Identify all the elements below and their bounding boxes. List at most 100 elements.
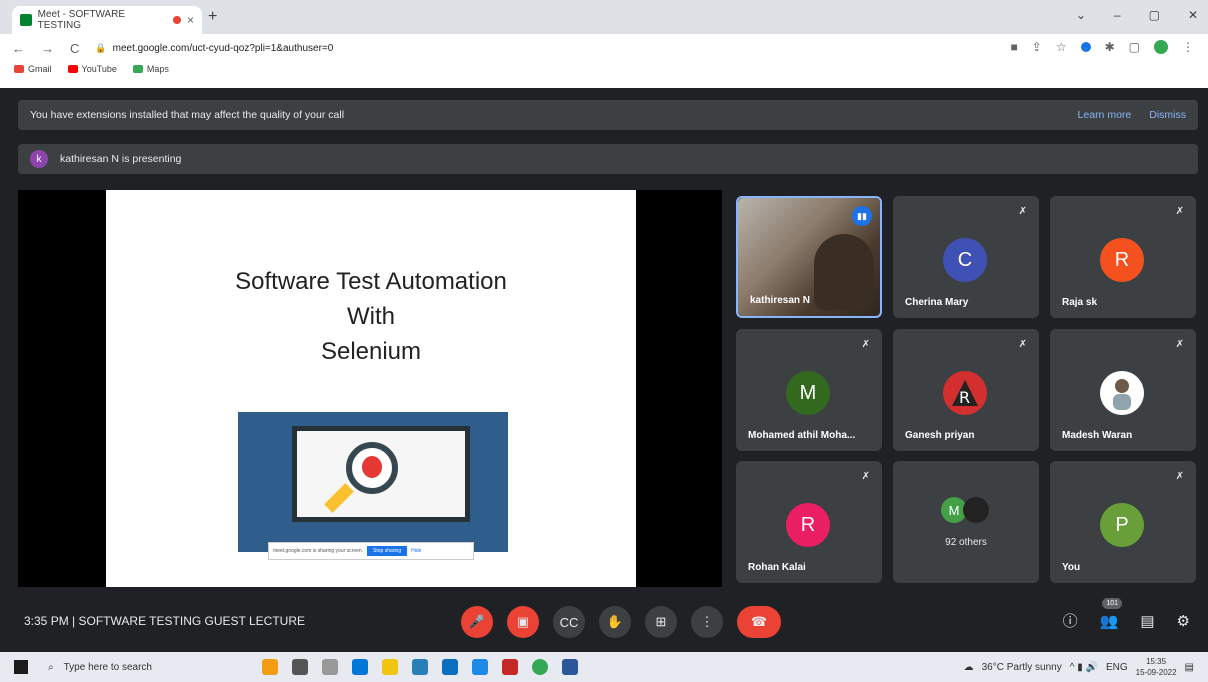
sidepanel-icon[interactable]: ▢	[1129, 40, 1140, 54]
captions-button[interactable]: CC	[553, 606, 585, 638]
camera-icon[interactable]: ■	[1011, 40, 1018, 54]
reload-icon[interactable]: C	[70, 41, 79, 56]
participant-tile[interactable]: ✗ M Mohamed athil Moha...	[736, 329, 882, 451]
participant-avatar: C	[943, 238, 987, 282]
system-tray: ☁ 36°C Partly sunny ^ ▮ 🔊 ENG 15:35 15-0…	[964, 656, 1194, 678]
logo-icon: R	[952, 380, 978, 407]
participant-avatar: M	[786, 371, 830, 415]
meeting-info: 3:35 PM | SOFTWARE TESTING GUEST LECTURE	[24, 614, 305, 628]
hide-button[interactable]: Hide	[411, 548, 421, 554]
forward-icon[interactable]: →	[41, 41, 54, 56]
call-controls: 🎤 ▣ CC ✋ ⊞ ⋮ ☎	[461, 606, 781, 638]
taskbar-apps	[262, 659, 578, 675]
dismiss-button[interactable]: Dismiss	[1149, 109, 1186, 121]
present-button[interactable]: ⊞	[645, 606, 677, 638]
participant-tile[interactable]: ✗ R Rohan Kalai	[736, 461, 882, 583]
participant-avatar-photo	[1100, 371, 1144, 415]
end-call-button[interactable]: ☎	[737, 606, 781, 638]
people-count-badge: 101	[1102, 598, 1122, 609]
info-icon[interactable]: ⓘ	[1063, 610, 1078, 631]
tray-icons[interactable]: ^ ▮ 🔊	[1070, 662, 1098, 673]
participant-tile[interactable]: ✗ R Raja sk	[1050, 196, 1196, 318]
extensions-banner: You have extensions installed that may a…	[18, 100, 1198, 130]
lock-icon: 🔒	[95, 42, 107, 53]
participant-tile[interactable]: ✗ C Cherina Mary	[893, 196, 1039, 318]
maximize-button[interactable]: ▢	[1149, 8, 1160, 22]
edge-icon[interactable]	[352, 659, 368, 675]
camera-off-button[interactable]: ▣	[507, 606, 539, 638]
extension-icon[interactable]	[1080, 42, 1091, 52]
tab-bar: Meet - SOFTWARE TESTING × + ⌄ – ▢ ✕	[0, 0, 1208, 34]
windows-start-icon[interactable]	[14, 660, 28, 674]
activities-icon[interactable]: ⚙	[1177, 612, 1190, 630]
participant-tile[interactable]: ✗ Madesh Waran	[1050, 329, 1196, 451]
task-view-icon[interactable]	[322, 659, 338, 675]
weather-icon: ☁	[963, 661, 974, 673]
gmail-icon	[14, 65, 24, 73]
word-icon[interactable]	[562, 659, 578, 675]
clock[interactable]: 15:35 15-09-2022	[1136, 656, 1177, 678]
file-explorer-icon[interactable]	[382, 659, 398, 675]
bookmarks-bar: Gmail YouTube Maps	[14, 64, 169, 74]
mcafee-icon[interactable]	[502, 659, 518, 675]
maps-icon	[132, 65, 143, 73]
weather-text[interactable]: 36°C Partly sunny	[982, 662, 1062, 673]
meet-favicon-icon	[20, 14, 32, 26]
mail-icon[interactable]	[412, 659, 428, 675]
participant-tile-self[interactable]: ✗ P You	[1050, 461, 1196, 583]
address-bar[interactable]: 🔒 meet.google.com/uct-cyud-qoz?pli=1&aut…	[95, 43, 333, 54]
extensions-icon[interactable]: ✱	[1105, 40, 1115, 54]
back-icon[interactable]: ←	[12, 41, 25, 56]
others-avatar-2	[963, 497, 989, 523]
raise-hand-button[interactable]: ✋	[599, 606, 631, 638]
windows-taskbar: ⌕ Type here to search ☁ 36°C Partly sunn…	[0, 652, 1208, 682]
cortana-icon[interactable]	[292, 659, 308, 675]
participant-avatar: R	[786, 503, 830, 547]
share-icon[interactable]: ⇪	[1032, 40, 1042, 54]
new-tab-button[interactable]: +	[208, 8, 217, 26]
minimize-button[interactable]: –	[1114, 8, 1121, 22]
stop-sharing-button[interactable]: Stop sharing	[367, 546, 408, 556]
app-l-icon[interactable]	[442, 659, 458, 675]
browser-chrome: Meet - SOFTWARE TESTING × + ⌄ – ▢ ✕ ← → …	[0, 0, 1208, 88]
slide-title: Software Test Automation With Selenium	[235, 268, 507, 365]
participant-face	[814, 234, 874, 310]
bookmark-youtube[interactable]: YouTube	[67, 64, 117, 74]
menu-icon[interactable]: ⋮	[1182, 40, 1194, 54]
mic-muted-icon: ✗	[1175, 471, 1184, 482]
star-icon[interactable]: ☆	[1056, 40, 1067, 54]
participant-name: Ganesh priyan	[905, 430, 975, 441]
participant-tile[interactable]: ▮▮ kathiresan N	[736, 196, 882, 318]
profile-avatar[interactable]	[1154, 40, 1168, 54]
participant-name: Cherina Mary	[905, 297, 969, 308]
more-options-button[interactable]: ⋮	[691, 606, 723, 638]
notifications-icon[interactable]: ▤	[1185, 662, 1194, 673]
people-icon[interactable]: 👥	[1100, 612, 1119, 630]
taskbar-search[interactable]: ⌕ Type here to search	[48, 662, 152, 673]
tab-close-icon[interactable]: ×	[187, 13, 194, 27]
app-icon[interactable]	[262, 659, 278, 675]
others-count: 92 others	[945, 537, 987, 548]
store-icon[interactable]	[472, 659, 488, 675]
others-tile[interactable]: M 92 others	[893, 461, 1039, 583]
close-window-button[interactable]: ✕	[1188, 8, 1198, 22]
person-photo-icon	[1113, 379, 1131, 410]
learn-more-link[interactable]: Learn more	[1078, 109, 1132, 121]
bookmark-gmail[interactable]: Gmail	[14, 64, 52, 74]
chat-icon[interactable]: ▤	[1140, 612, 1154, 630]
window-controls: ⌄ – ▢ ✕	[1076, 8, 1198, 22]
presenting-text: kathiresan N is presenting	[60, 153, 182, 165]
bookmark-maps[interactable]: Maps	[132, 64, 169, 74]
screen-share-notice: meet.google.com is sharing your screen. …	[268, 542, 474, 560]
participant-tile[interactable]: ✗ R Ganesh priyan	[893, 329, 1039, 451]
chevron-down-icon[interactable]: ⌄	[1076, 8, 1086, 22]
mic-off-button[interactable]: 🎤	[461, 606, 493, 638]
side-controls: ⓘ 👥 ▤ ⚙	[1063, 610, 1190, 631]
browser-tab[interactable]: Meet - SOFTWARE TESTING ×	[12, 6, 202, 34]
participant-name: Mohamed athil Moha...	[748, 430, 856, 441]
recording-icon	[173, 16, 181, 24]
language-indicator[interactable]: ENG	[1106, 662, 1128, 673]
participant-avatar: P	[1100, 503, 1144, 547]
presenting-bar: k kathiresan N is presenting	[18, 144, 1198, 174]
chrome-icon[interactable]	[532, 659, 548, 675]
